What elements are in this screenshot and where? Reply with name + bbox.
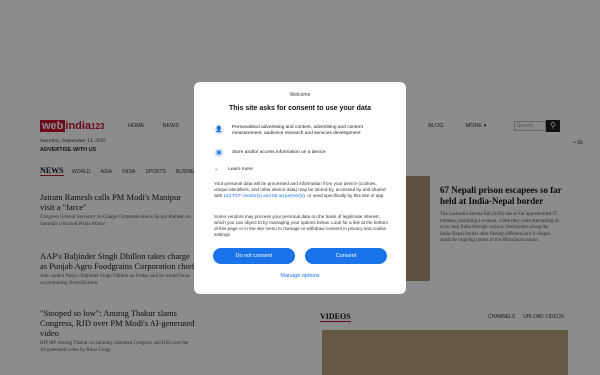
dialog-welcome: Welcome [289,92,311,98]
consent-dialog: Welcome This site asks for consent to us… [194,82,406,294]
vendors-link[interactable]: 142 TCF vendor(s) and 68 ad partner(s) [223,193,304,198]
para-text: , or used specifically by this site or a… [304,193,385,198]
do-not-consent-button[interactable]: Do not consent [213,248,295,264]
legitimate-interest-paragraph: Some vendors may process your personal d… [214,214,388,237]
purpose-text: Personalised advertising and content, ad… [232,125,363,136]
learn-more-toggle[interactable]: ⌄ Learn more [214,166,253,172]
person-icon: 👤 [214,125,224,135]
learn-more-label: Learn more [228,166,253,172]
manage-options-link[interactable]: Manage options [194,273,406,279]
dialog-title: This site asks for consent to use your d… [229,105,371,112]
consent-purpose-item: ▣ Store and/or access information on a d… [214,148,382,158]
purpose-text: Store and/or access information on a dev… [232,150,326,155]
chevron-down-icon: ⌄ [214,166,219,172]
consent-button[interactable]: Consent [305,248,387,264]
consent-paragraph: Your personal data will be processed and… [214,181,389,199]
consent-purpose-item: 👤 Personalised advertising and content, … [214,125,382,137]
device-icon: ▣ [214,148,224,158]
